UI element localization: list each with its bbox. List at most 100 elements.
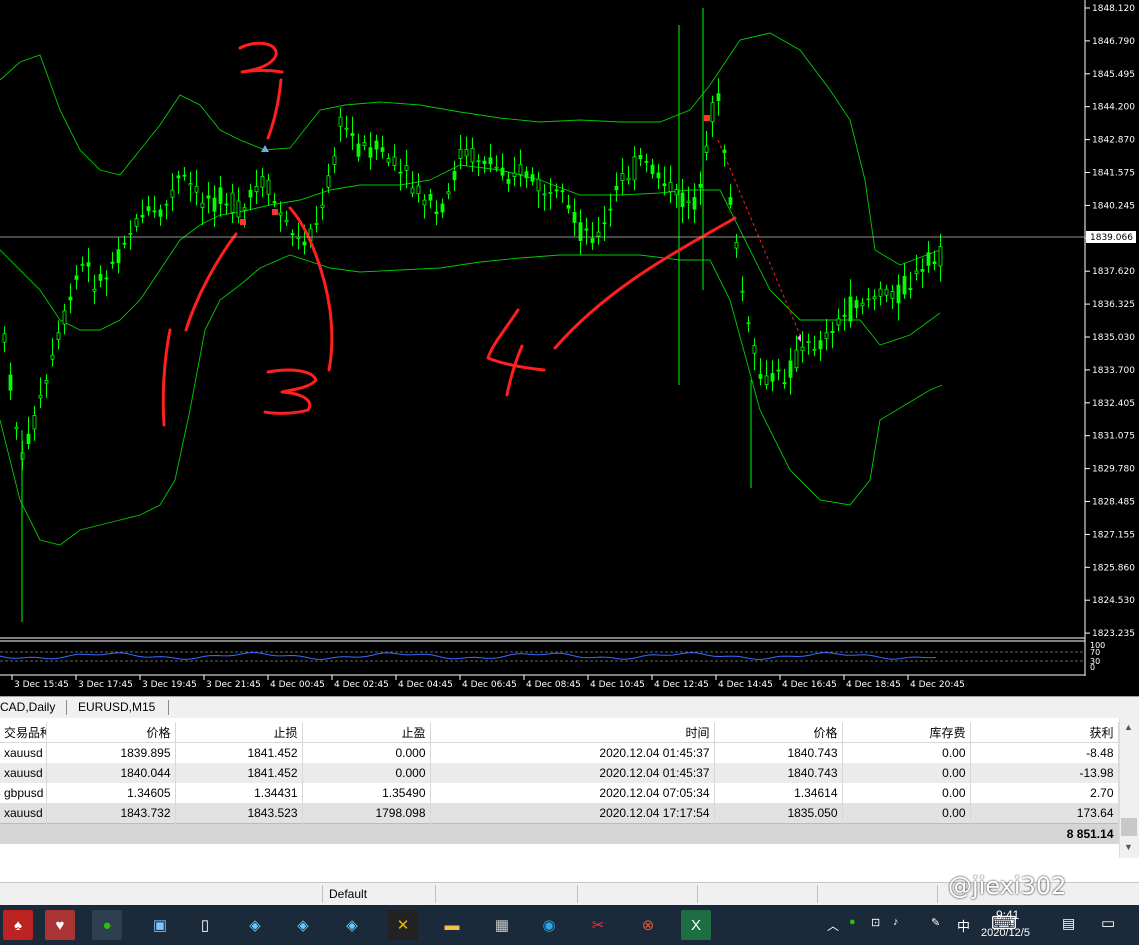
col-takeprofit-header[interactable]: 止盈 [302,722,431,743]
remote-desktop-icon[interactable]: ◈ [240,910,270,940]
tab-eurusd-m15[interactable]: EURUSD,M15 [78,700,155,714]
col-time-header[interactable]: 时间 [430,722,715,743]
cell-profit: 2.70 [970,783,1119,803]
candle-body [920,268,925,272]
candle-body [26,433,31,445]
candle-body [434,211,439,215]
screenshot-tool-icon[interactable]: ✂ [583,910,613,940]
notification-icon[interactable]: ▤ [1062,915,1075,932]
candle-body [14,426,19,430]
time-label: 3 Dec 17:45 [78,680,133,690]
candle-body [770,373,775,382]
scroll-up-icon[interactable]: ▲ [1124,722,1133,732]
candle-body [614,185,619,191]
candle-body [470,147,475,163]
input-method-indicator[interactable]: 中 [957,916,970,935]
window-switcher-icon[interactable]: ▣ [145,910,175,940]
candle-body [50,354,55,360]
col-price-header[interactable]: 价格 [46,722,176,743]
candle-body [98,273,103,281]
candle-body [866,298,871,301]
wechat-icon[interactable]: ● [92,910,122,940]
profile-name[interactable]: Default [329,887,367,901]
cell-current-price: 1840.743 [714,742,843,763]
candle-body [854,300,859,309]
clock-date[interactable]: 2020/12/5 [981,927,1030,939]
file-explorer-icon[interactable]: ▬ [437,910,467,940]
cell-swap: 0.00 [842,783,971,803]
candle-body [908,288,913,291]
candle-body [446,191,451,195]
table-row[interactable]: gbpusd 1.34605 1.34431 1.35490 2020.12.0… [0,783,1119,803]
trading-platform-icon[interactable]: ✕ [388,910,418,940]
scroll-down-icon[interactable]: ▼ [1124,842,1133,852]
candle-body [554,189,559,192]
cards-app-icon[interactable]: ♥ [45,910,75,940]
col-stoploss-header[interactable]: 止损 [175,722,303,743]
candle-body [530,174,535,182]
candle-body [362,142,367,146]
chart-canvas[interactable]: 1848.120 1846.790 1845.495 1844.200 1842.870… [0,0,1139,696]
candle-body [584,228,589,231]
candle-body [482,160,487,165]
candle-body [548,192,553,195]
candle-body [158,209,163,217]
scroll-thumb[interactable] [1121,818,1137,836]
edge-browser-icon[interactable]: ◉ [534,910,564,940]
candle-body [404,165,409,171]
chevron-up-icon[interactable]: ︿ [827,917,839,934]
poker-app-icon[interactable]: ♠ [3,910,33,940]
windows-taskbar: ♠ ♥ ● ▣ ▯ ◈ ◈ ◈ ✕ ▬ ▦ ◉ ✂ ⊗ X ︿ ● ⊡ ♪ ✎ … [0,905,1139,945]
candle-body [266,179,271,195]
candle-body [428,193,433,201]
candle-body [56,332,61,340]
col-swap-header[interactable]: 库存费 [842,722,971,743]
candle-body [566,204,571,209]
table-row[interactable]: xauusd 1839.895 1841.452 0.000 2020.12.0… [0,742,1119,763]
candle-body [254,185,259,192]
candle-body [2,333,7,343]
candle-body [572,211,577,223]
indicator-level-label: 0 [1090,663,1095,672]
annotation-arrow-1 [184,232,238,332]
candle-body [152,210,157,213]
clock-time[interactable]: 9:41 [996,908,1019,922]
status-divider [937,885,938,903]
candle-body [578,222,583,241]
cell-takeprofit: 1.35490 [302,783,431,803]
system-tray: ︿ ● ⊡ ♪ ✎ 中 ⌨ 9:41 2020/12/5 ▤ ▭ [819,905,1139,945]
price-label: 1848.120 [1092,4,1135,14]
status-divider [435,885,436,903]
price-label: 1835.030 [1092,333,1135,343]
network-icon[interactable]: ⊡ [871,916,880,929]
calculator-icon[interactable]: ▦ [487,910,517,940]
col-symbol-header[interactable]: 交易品种 [0,722,47,743]
candle-body [884,288,889,296]
candle-body [596,231,601,237]
trade-marker-icon [272,209,278,215]
wechat-tray-icon[interactable]: ● [849,916,856,928]
volume-icon[interactable]: ♪ [893,916,899,928]
candle-body [194,185,199,193]
table-row[interactable]: xauusd 1843.732 1843.523 1798.098 2020.1… [0,803,1119,824]
terminal-scrollbar[interactable]: ▲ ▼ [1119,718,1139,858]
tab-cad-daily[interactable]: CAD,Daily [0,700,55,714]
col-current-price-header[interactable]: 价格 [714,722,843,743]
candle-body [374,140,379,150]
action-center-icon[interactable]: ▭ [1101,914,1115,932]
col-profit-header[interactable]: 获利 [970,722,1119,743]
status-divider [322,885,323,903]
candle-body [398,171,403,174]
candle-body [86,262,91,267]
pen-icon[interactable]: ✎ [931,916,940,929]
document-icon[interactable]: ▯ [190,910,220,940]
price-chart[interactable]: 1848.120 1846.790 1845.495 1844.200 1842.870… [0,0,1139,696]
remote-desktop-icon[interactable]: ◈ [288,910,318,940]
app-icon[interactable]: ⊗ [633,910,663,940]
candle-body [38,394,43,399]
table-row[interactable]: xauusd 1840.044 1841.452 0.000 2020.12.0… [0,763,1119,783]
price-label: 1829.780 [1092,465,1135,475]
candle-body [650,164,655,175]
excel-icon[interactable]: X [681,910,711,940]
remote-desktop-icon[interactable]: ◈ [337,910,367,940]
